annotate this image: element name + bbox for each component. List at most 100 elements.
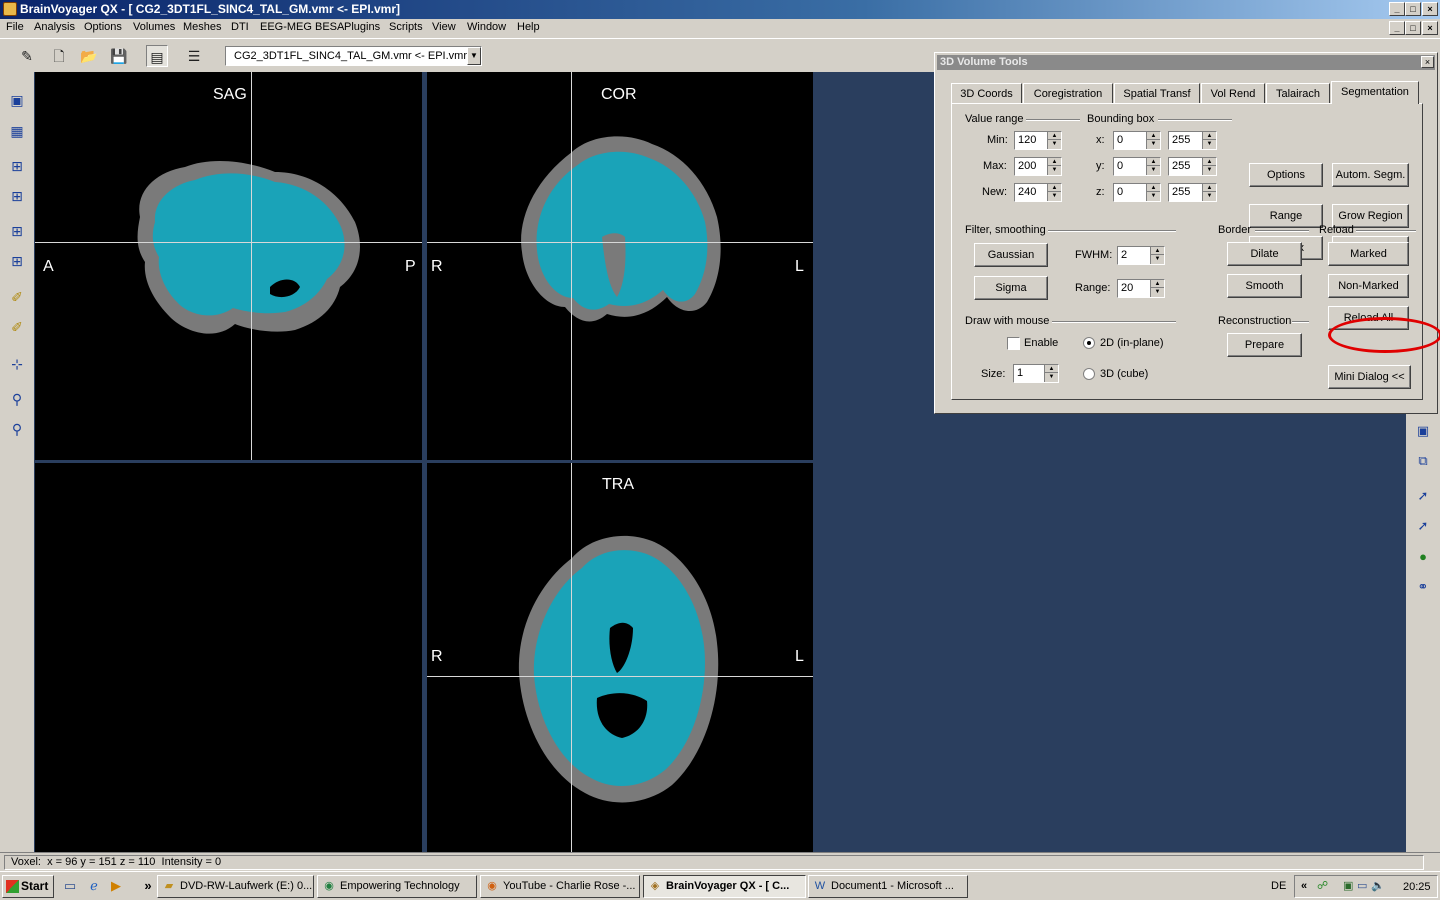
menu-view[interactable]: View	[432, 21, 456, 33]
menu-plugins[interactable]: Plugins	[344, 21, 380, 33]
globe-icon[interactable]: ●	[1413, 547, 1433, 567]
tab-3d-coords[interactable]: 3D Coords	[951, 83, 1022, 103]
tab-coregistration[interactable]: Coregistration	[1023, 83, 1113, 103]
menu-file[interactable]: File	[6, 21, 24, 33]
spin-arrows[interactable]: ▲ ▼	[1150, 247, 1164, 264]
dilate-button[interactable]: Dilate	[1227, 242, 1302, 266]
mode-3d-radio[interactable]	[1083, 368, 1095, 380]
size-spinbox[interactable]: 1 ▲ ▼	[1013, 364, 1059, 383]
grid-icon[interactable]: ▦	[6, 120, 28, 142]
sagittal-view[interactable]: SAG A P	[35, 72, 422, 460]
tab-spatial-transf[interactable]: Spatial Transf	[1114, 83, 1200, 103]
zoom-out-icon[interactable]: ⚲	[6, 388, 28, 410]
document-select[interactable]: CG2_3DT1FL_SINC4_TAL_GM.vmr <- EPI.vmr ▼	[225, 46, 482, 66]
max-spinbox[interactable]: 200 ▲ ▼	[1014, 157, 1062, 176]
enable-checkbox[interactable]	[1007, 337, 1020, 350]
mini-dialog-button[interactable]: Mini Dialog <<	[1328, 365, 1411, 389]
close-button[interactable]: ×	[1422, 2, 1438, 16]
menu-options[interactable]: Options	[84, 21, 122, 33]
coronal-view[interactable]: COR R L	[427, 72, 813, 460]
spin-arrows[interactable]: ▲ ▼	[1146, 132, 1160, 149]
spin-arrows[interactable]: ▲ ▼	[1146, 184, 1160, 201]
maximize-button[interactable]: □	[1405, 2, 1421, 16]
spin-arrows[interactable]: ▲ ▼	[1146, 158, 1160, 175]
quicklaunch-more-icon[interactable]: »	[140, 878, 156, 894]
pointer-icon[interactable]: ➚	[1413, 486, 1433, 506]
cube-icon[interactable]: ▣	[6, 89, 28, 111]
spin-arrows[interactable]: ▲ ▼	[1202, 132, 1216, 149]
multi-cube-icon[interactable]: ⧉	[1413, 451, 1433, 471]
multi-view-icon[interactable]: ⊞	[6, 250, 28, 272]
x-from-spinbox[interactable]: 0 ▲ ▼	[1113, 131, 1161, 150]
zoom-in-icon[interactable]: ⚲	[6, 418, 28, 440]
cube-icon[interactable]: ▣	[1413, 421, 1433, 441]
tray-expand-icon[interactable]: «	[1301, 880, 1307, 892]
show-desktop-icon[interactable]: ▭	[62, 878, 78, 894]
volume-icon[interactable]: 🔈	[1371, 879, 1385, 892]
start-button[interactable]: Start	[2, 875, 54, 898]
spin-arrows[interactable]: ▲ ▼	[1202, 158, 1216, 175]
link-icon[interactable]: ⚭	[1413, 577, 1433, 597]
usb-icon[interactable]: ▣	[1343, 879, 1353, 892]
3d-view[interactable]	[35, 463, 422, 852]
min-spinbox[interactable]: 120 ▲ ▼	[1014, 131, 1062, 150]
prepare-button[interactable]: Prepare	[1227, 333, 1302, 357]
y-to-spinbox[interactable]: 255 ▲ ▼	[1168, 157, 1217, 176]
task-dvd-rw[interactable]: ▰ DVD-RW-Laufwerk (E:) 0...	[157, 875, 314, 898]
transversal-view-icon[interactable]: ⊞	[6, 220, 28, 242]
autom-segm-button[interactable]: Autom. Segm.	[1332, 163, 1409, 187]
open-folder-icon[interactable]: 📂	[78, 45, 100, 67]
spin-arrows[interactable]: ▲ ▼	[1047, 184, 1061, 201]
non-marked-button[interactable]: Non-Marked	[1328, 274, 1409, 298]
spin-arrows[interactable]: ▲ ▼	[1044, 365, 1058, 382]
list-icon[interactable]: ☰	[183, 45, 205, 67]
menu-meshes[interactable]: Meshes	[183, 21, 222, 33]
spin-arrows[interactable]: ▲ ▼	[1150, 280, 1164, 297]
spin-arrows[interactable]: ▲ ▼	[1202, 184, 1216, 201]
doc-restore-button[interactable]: □	[1405, 21, 1421, 35]
spin-arrows[interactable]: ▲ ▼	[1047, 158, 1061, 175]
eraser-icon[interactable]: ✐	[6, 316, 28, 338]
z-to-spinbox[interactable]: 255 ▲ ▼	[1168, 183, 1217, 202]
menu-dti[interactable]: DTI	[231, 21, 249, 33]
tab-vol-rend[interactable]: Vol Rend	[1201, 83, 1265, 103]
gaussian-button[interactable]: Gaussian	[974, 243, 1048, 267]
spin-arrows[interactable]: ▲ ▼	[1047, 132, 1061, 149]
task-youtube[interactable]: ◉ YouTube - Charlie Rose -...	[480, 875, 640, 898]
doc-close-button[interactable]: ×	[1422, 21, 1438, 35]
options-button[interactable]: Options	[1249, 163, 1323, 187]
fwhm-spinbox[interactable]: 2 ▲ ▼	[1117, 246, 1165, 265]
mode-2d-radio[interactable]	[1083, 337, 1095, 349]
z-from-spinbox[interactable]: 0 ▲ ▼	[1113, 183, 1161, 202]
filter-range-spinbox[interactable]: 20 ▲ ▼	[1117, 279, 1165, 298]
tab-talairach[interactable]: Talairach	[1266, 83, 1330, 103]
range-button[interactable]: Range	[1249, 204, 1323, 228]
layout-icon[interactable]: ▤	[146, 45, 168, 67]
coronal-view-icon[interactable]: ⊞	[6, 185, 28, 207]
dialog-close-button[interactable]: ×	[1421, 56, 1434, 68]
new-file-icon[interactable]: 🗋	[48, 45, 70, 67]
y-from-spinbox[interactable]: 0 ▲ ▼	[1113, 157, 1161, 176]
marked-button[interactable]: Marked	[1328, 242, 1409, 266]
sagittal-view-icon[interactable]: ⊞	[6, 155, 28, 177]
media-player-icon[interactable]: ▶	[108, 878, 124, 894]
network-icon[interactable]: ☍	[1317, 879, 1328, 892]
x-to-spinbox[interactable]: 255 ▲ ▼	[1168, 131, 1217, 150]
crosshair-icon[interactable]: ⊹	[6, 353, 28, 375]
menu-help[interactable]: Help	[517, 21, 540, 33]
smooth-button[interactable]: Smooth	[1227, 274, 1302, 298]
brush-icon[interactable]: ✐	[6, 286, 28, 308]
internet-explorer-icon[interactable]: ℯ	[86, 878, 102, 894]
monitor-icon[interactable]: ▭	[1357, 879, 1367, 892]
task-empowering-technology[interactable]: ◉ Empowering Technology	[317, 875, 477, 898]
menu-analysis[interactable]: Analysis	[34, 21, 75, 33]
menu-scripts[interactable]: Scripts	[389, 21, 423, 33]
menu-window[interactable]: Window	[467, 21, 506, 33]
language-indicator[interactable]: DE	[1271, 880, 1286, 892]
chevron-down-icon[interactable]: ▼	[467, 47, 481, 65]
wand-icon[interactable]: ✎	[16, 45, 38, 67]
tab-segmentation[interactable]: Segmentation	[1331, 81, 1419, 104]
minimize-button[interactable]: _	[1389, 2, 1405, 16]
pointer-icon[interactable]: ➚	[1413, 516, 1433, 536]
transversal-view[interactable]: TRA R L	[427, 463, 813, 852]
